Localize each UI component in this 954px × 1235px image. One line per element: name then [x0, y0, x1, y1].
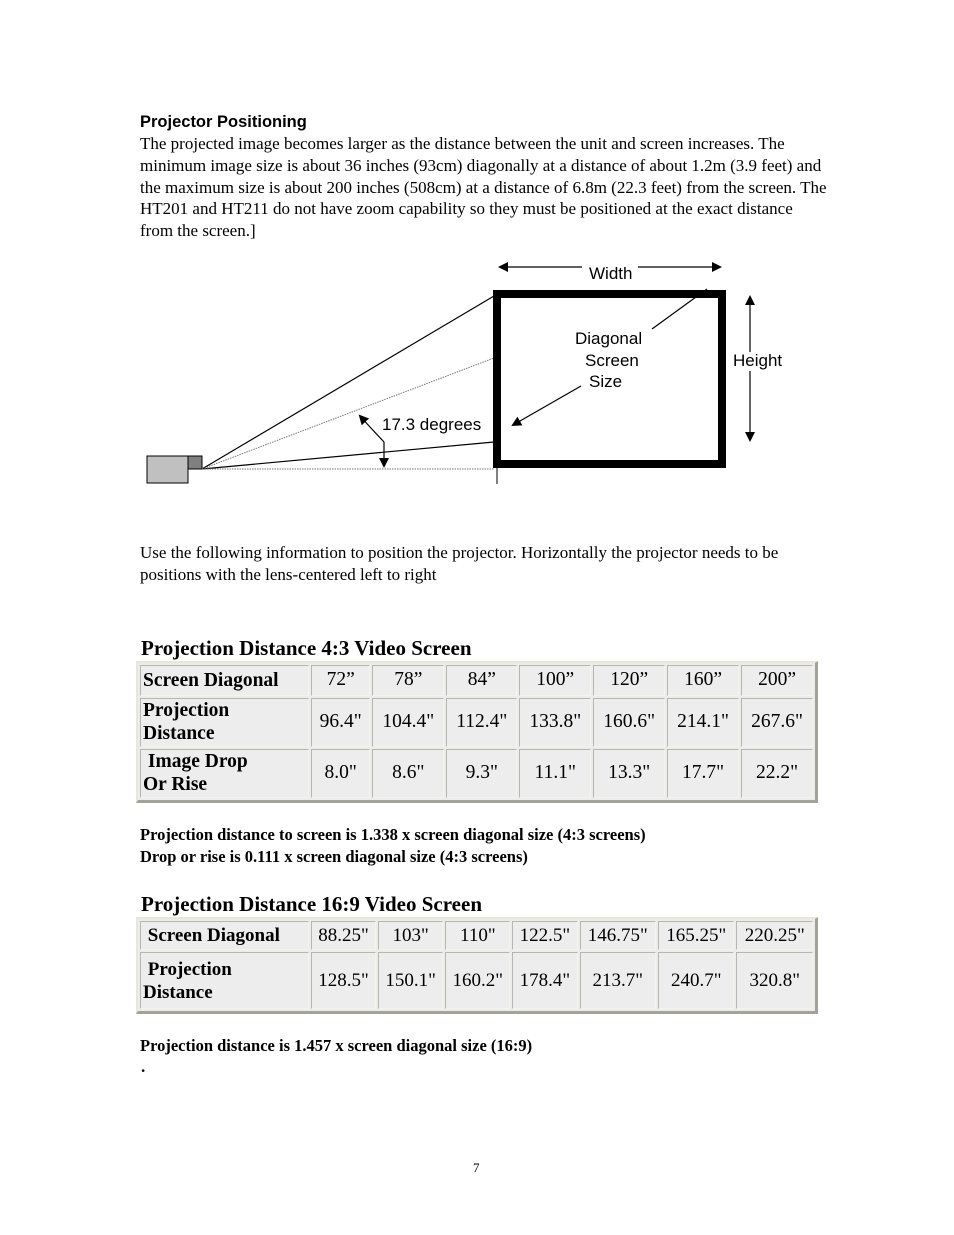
table-cell: 8.0" — [311, 748, 371, 798]
note-line: Projection distance to screen is 1.338 x… — [140, 825, 646, 844]
table-cell: 8.6" — [372, 748, 445, 798]
positioning-paragraph: Use the following information to positio… — [140, 543, 779, 584]
table-cell: 72” — [311, 665, 371, 696]
table-cell: 110" — [445, 921, 511, 951]
table-16-9-note: Projection distance is 1.457 x screen di… — [140, 1036, 533, 1055]
table-cell: 17.7" — [667, 748, 740, 798]
table-cell: 133.8" — [519, 697, 592, 747]
table-cell: 120” — [593, 665, 666, 696]
table-cell: 88.25" — [311, 921, 377, 951]
table-cell: 104.4" — [372, 697, 445, 747]
height-label: Height — [733, 351, 782, 370]
table-row: Screen Diagonal 88.25" 103" 110" 122.5" … — [140, 921, 813, 951]
row-header-line: Projection — [143, 958, 232, 980]
row-header-line: Distance — [143, 723, 215, 745]
row-header-line: Projection — [143, 700, 230, 722]
table-cell: 320.8" — [736, 952, 813, 1009]
trailing-period: . — [141, 1057, 146, 1076]
ray-top — [201, 295, 495, 470]
table-cell: 220.25" — [736, 921, 813, 951]
table-cell: 214.1" — [667, 697, 740, 747]
table-cell: 9.3" — [446, 748, 518, 798]
table-row: Screen Diagonal 72” 78” 84” 100” 120” 16… — [140, 665, 813, 696]
table-cell: 96.4" — [311, 697, 371, 747]
table-cell: 160.6" — [593, 697, 666, 747]
table-cell: 160” — [667, 665, 740, 696]
row-header-line: Distance — [143, 981, 213, 1003]
width-label: Width — [589, 264, 632, 283]
table-cell: 22.2" — [741, 748, 813, 798]
table-16-9: Screen Diagonal 88.25" 103" 110" 122.5" … — [136, 917, 818, 1014]
table-4-3: Screen Diagonal 72” 78” 84” 100” 120” 16… — [136, 661, 818, 803]
table-4-3-title: Projection Distance 4:3 Video Screen — [141, 636, 472, 660]
table-cell: 112.4" — [446, 697, 518, 747]
table-cell: 213.7" — [579, 952, 656, 1009]
projector-lens-icon — [187, 455, 203, 470]
table-cell: 122.5" — [512, 921, 578, 951]
note-line: Drop or rise is 0.111 x screen diagonal … — [140, 847, 528, 866]
projector-body-icon — [146, 455, 189, 484]
table-cell: 178.4" — [512, 952, 578, 1009]
row-header: Projection Distance — [140, 952, 309, 1009]
table-row: Image Drop Or Rise 8.0" 8.6" 9.3" 11.1" … — [140, 748, 813, 798]
row-header: Screen Diagonal — [140, 921, 309, 951]
row-header-line: Image Drop — [143, 751, 248, 773]
table-cell: 100” — [519, 665, 592, 696]
angle-label: 17.3 degrees — [382, 415, 481, 434]
table-16-9-title: Projection Distance 16:9 Video Screen — [141, 892, 482, 916]
table-row: Projection Distance 128.5" 150.1" 160.2"… — [140, 952, 813, 1009]
table-cell: 200” — [741, 665, 813, 696]
row-header: Image Drop Or Rise — [140, 748, 309, 798]
diagonal-label-line1: Diagonal — [575, 329, 642, 348]
table-cell: 84” — [446, 665, 518, 696]
table-row: Projection Distance 96.4" 104.4" 112.4" … — [140, 697, 813, 747]
table-cell: 78” — [372, 665, 445, 696]
table-cell: 146.75" — [579, 921, 656, 951]
table-cell: 13.3" — [593, 748, 666, 798]
projection-diagram: Width Height Diagonal Screen Size 17.3 d… — [146, 262, 782, 484]
angle-arrow-up — [358, 414, 385, 443]
ray-bottom — [201, 441, 495, 470]
row-header-line: Or Rise — [143, 774, 208, 796]
table-cell: 267.6" — [741, 697, 813, 747]
table-cell: 150.1" — [378, 952, 444, 1009]
row-header: Projection Distance — [140, 697, 309, 747]
diagonal-label-line2: Screen — [585, 351, 639, 370]
diagonal-label-line3: Size — [589, 372, 622, 391]
table-cell: 103" — [378, 921, 444, 951]
table-cell: 11.1" — [519, 748, 592, 798]
row-header: Screen Diagonal — [140, 665, 309, 696]
ray-center — [201, 357, 495, 470]
table-cell: 240.7" — [657, 952, 735, 1009]
table-cell: 160.2" — [445, 952, 511, 1009]
intro-paragraph: The projected image becomes larger as th… — [140, 134, 827, 241]
table-cell: 165.25" — [657, 921, 735, 951]
table-cell: 128.5" — [311, 952, 377, 1009]
table-4-3-notes: Projection distance to screen is 1.338 x… — [140, 824, 646, 868]
section-heading: Projector Positioning — [140, 113, 307, 131]
page-number: 7 — [473, 1160, 480, 1175]
